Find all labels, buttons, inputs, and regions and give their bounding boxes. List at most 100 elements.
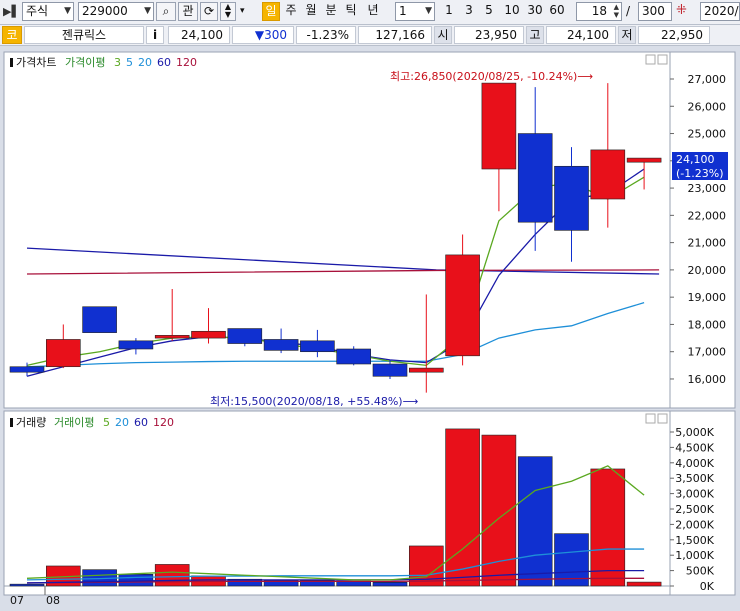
volume-tick-label: 1,000K [675, 549, 714, 562]
candle-body [9, 366, 45, 373]
x-axis-label-08: 08 [46, 594, 60, 607]
legend-item-5: 60 [157, 56, 171, 69]
high-label: 고 [526, 26, 544, 44]
info-button[interactable]: i [146, 26, 164, 44]
period-week-button[interactable]: 주 [282, 2, 300, 21]
panel-dock-icon[interactable]: ▶▌ [3, 5, 20, 18]
stock-code-input[interactable]: 229000 ▼ [78, 2, 154, 21]
spin-down-icon: ▼ [224, 10, 232, 19]
chart-area[interactable]: 가격차트 가격이평 3 5 20 60 120 거래량 거래이평 5 20 60 120 27,000… [0, 46, 740, 611]
stock-spinner[interactable]: ▲ ▼ [220, 2, 236, 21]
legend-item-1: 거래이평 [54, 416, 94, 429]
price-tick-label: 18,000 [688, 318, 727, 331]
current-price-tag-value: 24,100 [676, 153, 715, 166]
low-price: 22,950 [638, 26, 710, 44]
volume-panel [3, 410, 736, 596]
period-minute-button[interactable]: 분 [322, 2, 340, 21]
candle-body [626, 157, 662, 163]
legend-item-2: 3 [114, 56, 121, 69]
candle-body [118, 340, 154, 350]
refresh-icon: ⟳ [203, 4, 215, 18]
volume-tick-label: 3,500K [675, 472, 714, 485]
interval-5-button[interactable]: 5 [480, 2, 498, 21]
price-tick-label: 19,000 [688, 291, 727, 304]
price-tick-label: 25,000 [688, 128, 727, 141]
volume-tick-label: 0K [700, 580, 715, 593]
volume-panel-minimize-button[interactable] [645, 413, 656, 424]
market-kind-badge: 코 [2, 26, 22, 44]
options-icon[interactable]: ▾ [240, 6, 245, 16]
total-input[interactable]: 300 [638, 2, 672, 21]
price-panel-maximize-button[interactable] [657, 54, 668, 65]
zoom-grid-icon[interactable]: ⁜ [676, 3, 687, 18]
price-tick-label: 20,000 [688, 264, 727, 277]
top-toolbar: ▶▌ 주식 ▼ 229000 ▼ ⌕ 관 ⟳ ▲ ▼ ▾ 일 주 월 분 틱 년 1 ▼… [0, 0, 740, 25]
candle-body [408, 367, 444, 373]
open-label: 시 [434, 26, 452, 44]
candle-body [590, 149, 626, 200]
volume-bar [118, 573, 154, 587]
price-panel-minimize-button[interactable] [645, 54, 656, 65]
change-percent: -1.23% [296, 26, 356, 44]
volume-bar [626, 581, 662, 587]
legend-item-4: 60 [134, 416, 148, 429]
high-price: 24,100 [546, 26, 616, 44]
legend-item-3: 20 [115, 416, 129, 429]
high-annotation: 최고:26,850(2020/08/25, -10.24%)⟶ [390, 70, 593, 83]
volume-tick-label: 4,500K [675, 441, 714, 454]
candle-body [336, 348, 372, 365]
interval-10-button[interactable]: 10 [501, 2, 523, 21]
price-tick-label: 27,000 [688, 73, 727, 86]
candle-body [300, 340, 335, 353]
volume-tick-label: 3,000K [675, 488, 714, 501]
candle-body [372, 363, 408, 377]
period-month-button[interactable]: 월 [302, 2, 320, 21]
volume-tick-label: 2,500K [675, 503, 714, 516]
interval-select[interactable]: 1 ▼ [395, 2, 435, 21]
trading-volume: 127,166 [358, 26, 432, 44]
candle-body [154, 335, 190, 339]
volume-tick-label: 4,000K [675, 457, 714, 470]
candle-body [554, 165, 589, 231]
price-tick-label: 21,000 [688, 237, 727, 250]
interval-1-button[interactable]: 1 [440, 2, 458, 21]
legend-item-6: 120 [176, 56, 197, 69]
candle-body [481, 82, 517, 170]
stock-name: 젠큐릭스 [24, 26, 144, 44]
interval-30-button[interactable]: 30 [524, 2, 546, 21]
volume-bar [590, 468, 626, 587]
volume-tick-label: 2,000K [675, 518, 714, 531]
market-select[interactable]: 주식 ▼ [22, 2, 74, 21]
count-separator: / [626, 4, 631, 18]
period-tick-button[interactable]: 틱 [342, 2, 360, 21]
volume-panel-maximize-button[interactable] [657, 413, 668, 424]
price-change: ▼300 [232, 26, 294, 44]
favorite-button[interactable]: 관 [178, 2, 198, 21]
period-year-button[interactable]: 년 [362, 2, 384, 21]
price-tick-label: 17,000 [688, 346, 727, 359]
x-axis-label-07: 07 [10, 594, 24, 607]
legend-item-3: 5 [126, 56, 133, 69]
current-price: 24,100 [168, 26, 230, 44]
legend-item-5: 120 [153, 416, 174, 429]
interval-3-button[interactable]: 3 [460, 2, 478, 21]
legend-item-4: 20 [138, 56, 152, 69]
volume-tick-label: 500K [686, 565, 715, 578]
legend-marker [10, 418, 13, 427]
count-input[interactable]: 18 ▲ ▼ [576, 2, 622, 21]
legend-item-2: 5 [103, 416, 110, 429]
current-price-tag-pct: (-1.23%) [676, 167, 724, 180]
volume-bar [154, 564, 190, 587]
date-input[interactable]: 2020/0 [700, 2, 740, 21]
legend-item-1: 가격이평 [65, 56, 105, 69]
price-legend: 가격차트 가격이평 3 5 20 60 120 [10, 56, 197, 69]
volume-bar [445, 428, 480, 587]
legend-item-0: 거래량 [16, 416, 46, 429]
period-day-button[interactable]: 일 [262, 2, 280, 21]
candle-body [227, 328, 263, 344]
search-icon: ⌕ [162, 4, 170, 18]
search-button[interactable]: ⌕ [156, 2, 176, 21]
refresh-button[interactable]: ⟳ [200, 2, 218, 21]
open-price: 23,950 [454, 26, 524, 44]
interval-60-button[interactable]: 60 [546, 2, 568, 21]
